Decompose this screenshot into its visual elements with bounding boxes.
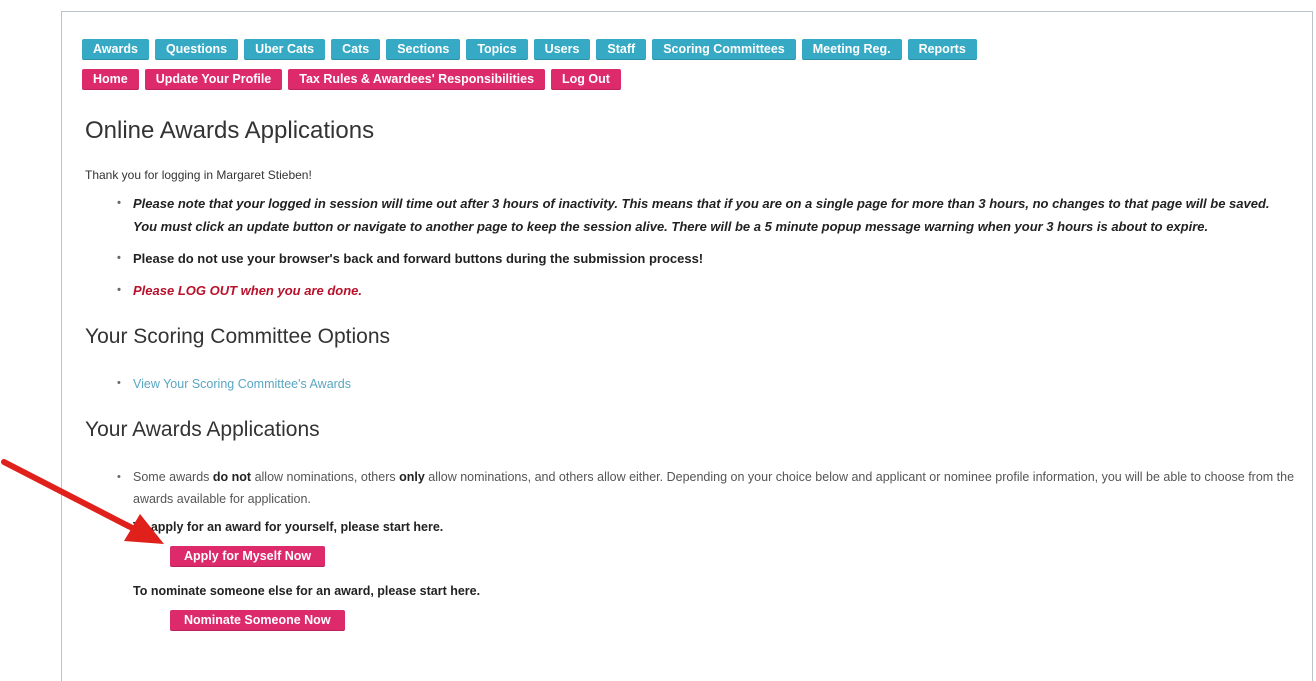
- self-apply-prompt: To apply for an award for yourself, plea…: [133, 520, 444, 534]
- nav-cats[interactable]: Cats: [331, 39, 381, 60]
- awards-info-list: Some awards do not allow nominations, ot…: [117, 466, 1296, 510]
- page-frame: Awards Questions Uber Cats Cats Sections…: [61, 11, 1313, 681]
- nav-tax-rules[interactable]: Tax Rules & Awardees' Responsibilities: [288, 69, 546, 90]
- scoring-committee-list: View Your Scoring Committee's Awards: [117, 372, 1296, 396]
- nav-scoring-committees[interactable]: Scoring Committees: [652, 39, 796, 60]
- info-text-emphasis: do not: [212, 470, 252, 484]
- list-item: View Your Scoring Committee's Awards: [117, 372, 1296, 396]
- nav-users[interactable]: Users: [533, 39, 591, 60]
- nominate-someone-button[interactable]: Nominate Someone Now: [170, 610, 345, 631]
- nav-staff[interactable]: Staff: [596, 39, 647, 60]
- note-back-buttons: Please do not use your browser's back an…: [117, 247, 1296, 270]
- greeting-text: Thank you for logging in Margaret Stiebe…: [85, 168, 312, 182]
- note-logout: Please LOG OUT when you are done.: [117, 279, 1296, 302]
- awards-applications-heading: Your Awards Applications: [85, 418, 320, 441]
- secondary-nav: Home Update Your Profile Tax Rules & Awa…: [82, 69, 621, 90]
- nav-log-out[interactable]: Log Out: [551, 69, 621, 90]
- scoring-committee-heading: Your Scoring Committee Options: [85, 325, 391, 348]
- nav-meeting-reg[interactable]: Meeting Reg.: [801, 39, 902, 60]
- nav-uber-cats[interactable]: Uber Cats: [244, 39, 326, 60]
- info-text-part: Some awards: [133, 470, 213, 484]
- nav-update-profile[interactable]: Update Your Profile: [144, 69, 283, 90]
- nav-sections[interactable]: Sections: [386, 39, 461, 60]
- nav-reports[interactable]: Reports: [907, 39, 977, 60]
- session-notes: Please note that your logged in session …: [117, 192, 1296, 311]
- view-scoring-awards-link[interactable]: View Your Scoring Committee's Awards: [133, 377, 351, 391]
- info-text-part: allow nominations, others: [251, 470, 400, 484]
- page-title: Online Awards Applications: [85, 117, 375, 144]
- nav-home[interactable]: Home: [82, 69, 139, 90]
- note-session-timeout: Please note that your logged in session …: [117, 192, 1296, 238]
- awards-info-text: Some awards do not allow nominations, ot…: [117, 466, 1296, 510]
- nominate-prompt: To nominate someone else for an award, p…: [133, 584, 481, 598]
- info-text-emphasis: only: [399, 470, 425, 484]
- nav-topics[interactable]: Topics: [466, 39, 528, 60]
- primary-nav: Awards Questions Uber Cats Cats Sections…: [82, 39, 977, 60]
- nav-questions[interactable]: Questions: [154, 39, 239, 60]
- apply-for-myself-button[interactable]: Apply for Myself Now: [170, 546, 326, 567]
- nav-awards[interactable]: Awards: [82, 39, 149, 60]
